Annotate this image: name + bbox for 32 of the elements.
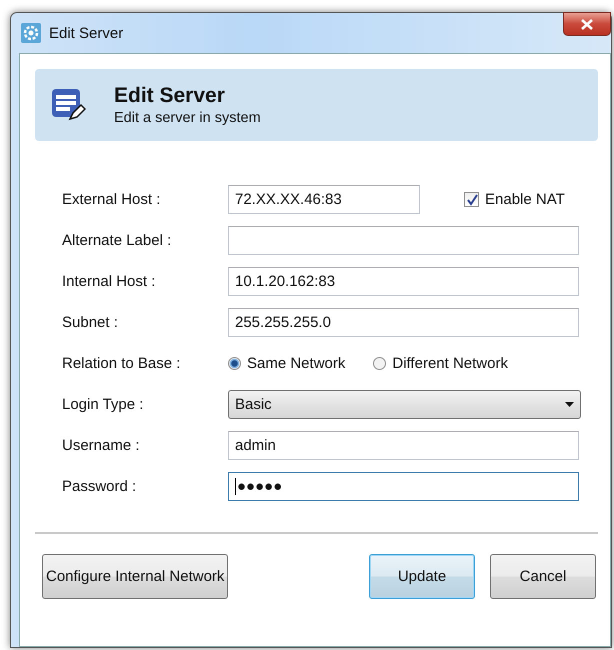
- input-field[interactable]: 10.1.20.162:83: [228, 267, 579, 296]
- field-label: Subnet :: [62, 314, 119, 331]
- field-label: Relation to Base :: [62, 355, 182, 372]
- dropdown[interactable]: Basic: [228, 390, 581, 419]
- list-edit-icon: [50, 87, 86, 123]
- header-title: Edit Server: [114, 84, 226, 108]
- checkbox-label: Enable NAT: [485, 191, 565, 208]
- radio-button[interactable]: [228, 357, 241, 370]
- radio-label: Different Network: [392, 355, 508, 372]
- input-field[interactable]: 72.XX.XX.46:83: [228, 185, 420, 214]
- window-title: Edit Server: [49, 24, 124, 42]
- close-button[interactable]: [563, 12, 611, 36]
- dropdown-arrow-icon: [565, 402, 574, 407]
- field-label: Internal Host :: [62, 273, 156, 290]
- radio-button[interactable]: [373, 357, 386, 370]
- field-label: Password :: [62, 478, 138, 495]
- close-icon: [581, 18, 593, 30]
- field-label: Login Type :: [62, 396, 144, 413]
- dialog-button[interactable]: Update: [369, 554, 475, 599]
- field-label: Username :: [62, 437, 141, 454]
- password-field[interactable]: ●●●●●: [228, 472, 579, 501]
- input-field[interactable]: 255.255.255.0: [228, 308, 579, 337]
- input-field[interactable]: admin: [228, 431, 579, 460]
- dialog-button[interactable]: Configure Internal Network: [42, 554, 228, 599]
- input-field[interactable]: [228, 226, 579, 255]
- dialog-button[interactable]: Cancel: [490, 554, 596, 599]
- checkbox[interactable]: [464, 192, 479, 207]
- header-subtitle: Edit a server in system: [114, 110, 261, 126]
- radio-label: Same Network: [247, 355, 346, 372]
- field-label: Alternate Label :: [62, 232, 172, 249]
- gear-icon: [21, 23, 41, 43]
- field-label: External Host :: [62, 191, 162, 208]
